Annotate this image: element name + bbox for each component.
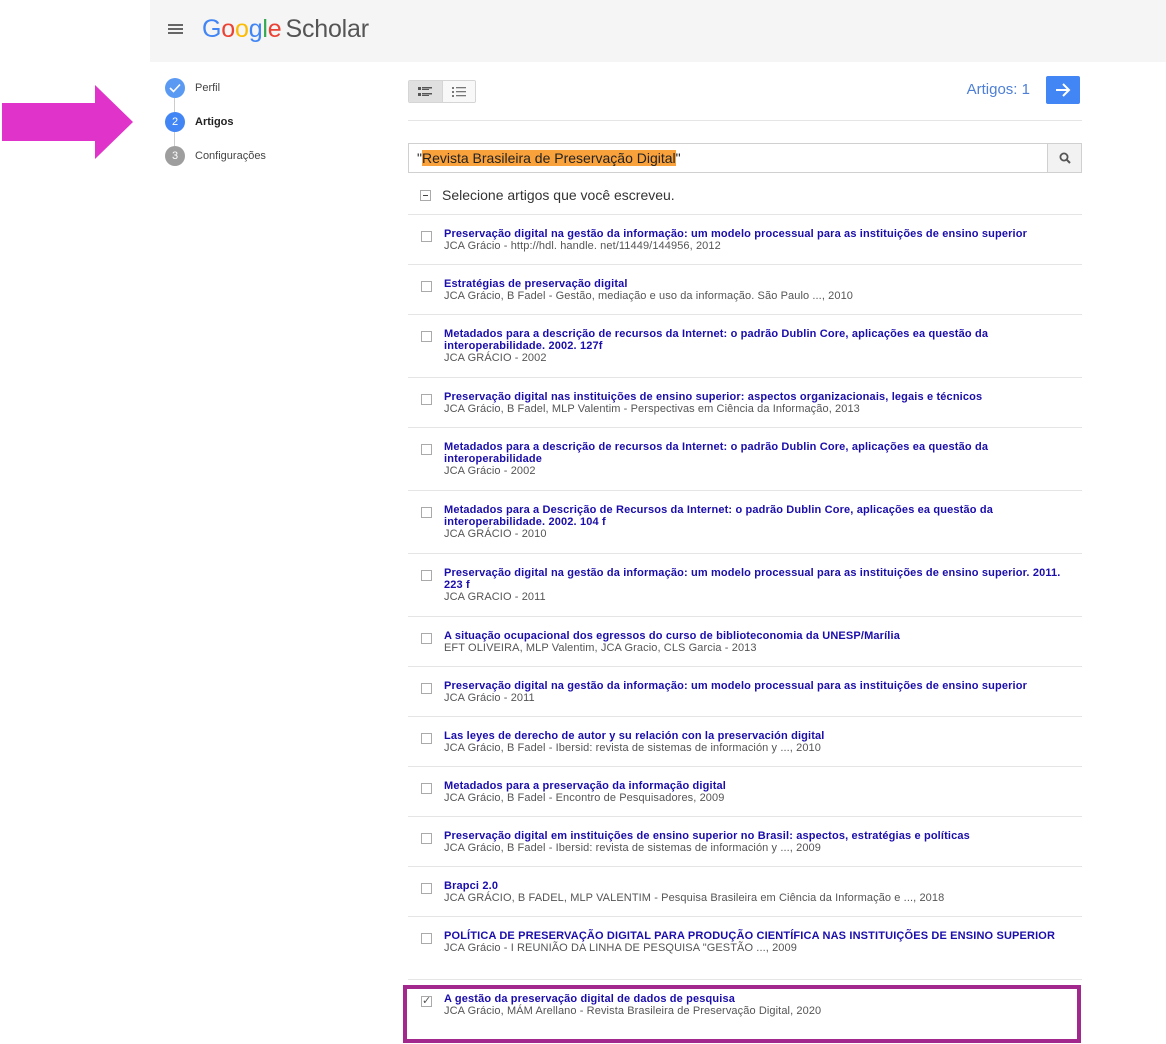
- article-meta: JCA GRACIO - 2011: [444, 591, 546, 603]
- step-perfil[interactable]: Perfil: [165, 78, 365, 112]
- detailed-view-icon[interactable]: [409, 81, 442, 102]
- article-row: Preservação digital em instituições de e…: [408, 816, 1082, 866]
- article-title-link[interactable]: Preservação digital nas instituições de …: [444, 391, 1082, 403]
- next-button[interactable]: [1046, 76, 1080, 104]
- article-row: Preservação digital nas instituições de …: [408, 377, 1082, 427]
- article-checkbox[interactable]: [421, 570, 432, 581]
- article-row: Metadados para a preservação da informaç…: [408, 766, 1082, 816]
- step-label: Artigos: [195, 116, 234, 128]
- article-checkbox[interactable]: [421, 444, 432, 455]
- article-meta: JCA Grácio, B Fadel - Gestão, mediação e…: [444, 290, 854, 302]
- search-icon: [1059, 152, 1071, 164]
- articles-count: Artigos: 1: [966, 81, 1030, 98]
- article-checkbox[interactable]: [421, 633, 432, 644]
- article-meta: JCA Grácio, B Fadel - Ibersid: revista d…: [444, 842, 821, 854]
- article-row: Preservação digital na gestão da informa…: [408, 214, 1082, 264]
- article-row: Brapci 2.0 JCA GRÁCIO, B FADEL, MLP VALEN…: [408, 866, 1082, 916]
- article-list: Preservação digital na gestão da informa…: [408, 214, 1082, 1029]
- step-number: 2: [165, 112, 185, 132]
- article-title-link[interactable]: A situação ocupacional dos egressos do c…: [444, 630, 1082, 642]
- article-title-link[interactable]: Preservação digital na gestão da informa…: [444, 228, 1082, 240]
- view-toggle: [408, 80, 476, 103]
- article-title-link[interactable]: Metadados para a descrição de recursos d…: [444, 441, 1082, 465]
- article-checkbox[interactable]: [421, 683, 432, 694]
- step-label: Configurações: [195, 150, 266, 162]
- article-checkbox[interactable]: [421, 231, 432, 242]
- select-all-row: Selecione artigos que você escreveu.: [420, 187, 675, 203]
- step-label: Perfil: [195, 82, 221, 94]
- article-checkbox[interactable]: [421, 783, 432, 794]
- article-meta: EFT OLIVEIRA, MLP Valentim, JCA Gracio, …: [444, 642, 757, 654]
- article-meta: JCA Grácio, B Fadel, MLP Valentim - Pers…: [444, 403, 860, 415]
- article-checkbox[interactable]: [421, 394, 432, 405]
- article-title-link[interactable]: Metadados para a descrição de recursos d…: [444, 328, 1082, 352]
- article-title-link[interactable]: Las leyes de derecho de autor y su relac…: [444, 730, 1082, 742]
- article-meta: JCA GRÁCIO, B FADEL, MLP VALENTIM - Pesq…: [444, 892, 945, 904]
- article-row: A situação ocupacional dos egressos do c…: [408, 616, 1082, 666]
- article-meta: JCA GRÁCIO - 2010: [444, 528, 547, 540]
- article-row: POLÍTICA DE PRESERVAÇÃO DIGITAL PARA PRO…: [408, 916, 1082, 979]
- article-meta: JCA Grácio, MÁM Arellano - Revista Brasi…: [444, 1005, 822, 1017]
- article-row: Preservação digital na gestão da informa…: [408, 553, 1082, 616]
- article-row: Metadados para a descrição de recursos d…: [408, 314, 1082, 377]
- article-checkbox[interactable]: [421, 281, 432, 292]
- top-bar: Google Scholar: [150, 0, 1166, 62]
- article-row: Metadados para a Descrição de Recursos d…: [408, 490, 1082, 553]
- article-title-link[interactable]: Estratégias de preservação digital: [444, 278, 1082, 290]
- article-checkbox[interactable]: [421, 933, 432, 944]
- article-title-link[interactable]: Metadados para a preservação da informaç…: [444, 780, 1082, 792]
- annotation-arrow-icon: [2, 85, 133, 159]
- select-all-checkbox[interactable]: [420, 189, 431, 201]
- article-title-link[interactable]: Brapci 2.0: [444, 880, 1082, 892]
- article-checkbox[interactable]: [421, 833, 432, 844]
- article-title-link[interactable]: Preservação digital na gestão da informa…: [444, 680, 1082, 692]
- article-meta: JCA Grácio, B Fadel - Ibersid: revista d…: [444, 742, 821, 754]
- article-row: Las leyes de derecho de autor y su relac…: [408, 716, 1082, 766]
- article-checkbox[interactable]: [421, 331, 432, 342]
- article-title-link[interactable]: Metadados para a Descrição de Recursos d…: [444, 504, 1082, 528]
- search-button[interactable]: [1047, 143, 1082, 173]
- article-checkbox[interactable]: [421, 733, 432, 744]
- article-checkbox[interactable]: [421, 507, 432, 518]
- arrow-right-icon: [1056, 83, 1071, 97]
- article-meta: JCA Grácio - 2011: [444, 692, 535, 704]
- article-meta: JCA Grácio - 2002: [444, 465, 536, 477]
- step-connector: [174, 132, 175, 146]
- search-input[interactable]: " Revista Brasileira de Preservação Digit…: [408, 143, 1048, 173]
- article-meta: JCA Grácio - I REUNIÃO DA LINHA DE PESQU…: [444, 942, 797, 954]
- article-meta: JCA GRÁCIO - 2002: [444, 352, 547, 364]
- step-number: 3: [165, 146, 185, 166]
- select-all-label: Selecione artigos que você escreveu.: [442, 187, 675, 203]
- article-row: A gestão da preservação digital de dados…: [408, 979, 1082, 1029]
- hamburger-menu-icon[interactable]: [168, 22, 184, 36]
- compact-view-icon[interactable]: [441, 81, 475, 102]
- article-row: Estratégias de preservação digital JCA Gr…: [408, 264, 1082, 314]
- search-query-highlight: Revista Brasileira de Preservação Digita…: [421, 150, 676, 166]
- step-artigos[interactable]: 2 Artigos: [165, 112, 365, 146]
- step-connector: [174, 98, 175, 112]
- article-title-link[interactable]: A gestão da preservação digital de dados…: [444, 993, 1082, 1005]
- article-title-link[interactable]: POLÍTICA DE PRESERVAÇÃO DIGITAL PARA PRO…: [444, 930, 1082, 942]
- article-title-link[interactable]: Preservação digital em instituições de e…: [444, 830, 1082, 842]
- article-meta: JCA Grácio, B Fadel - Encontro de Pesqui…: [444, 792, 725, 804]
- setup-steps: Perfil 2 Artigos 3 Configurações: [165, 78, 365, 180]
- google-scholar-logo[interactable]: Google Scholar: [202, 15, 369, 44]
- divider: [408, 120, 1082, 121]
- article-checkbox[interactable]: [421, 994, 432, 1007]
- article-row: Preservação digital na gestão da informa…: [408, 666, 1082, 716]
- article-meta: JCA Grácio - http://hdl. handle. net/114…: [444, 240, 721, 252]
- article-title-link[interactable]: Preservação digital na gestão da informa…: [444, 567, 1082, 591]
- step-configuracoes[interactable]: 3 Configurações: [165, 146, 365, 180]
- article-row: Metadados para a descrição de recursos d…: [408, 427, 1082, 490]
- article-checkbox[interactable]: [421, 883, 432, 894]
- check-icon: [165, 78, 185, 98]
